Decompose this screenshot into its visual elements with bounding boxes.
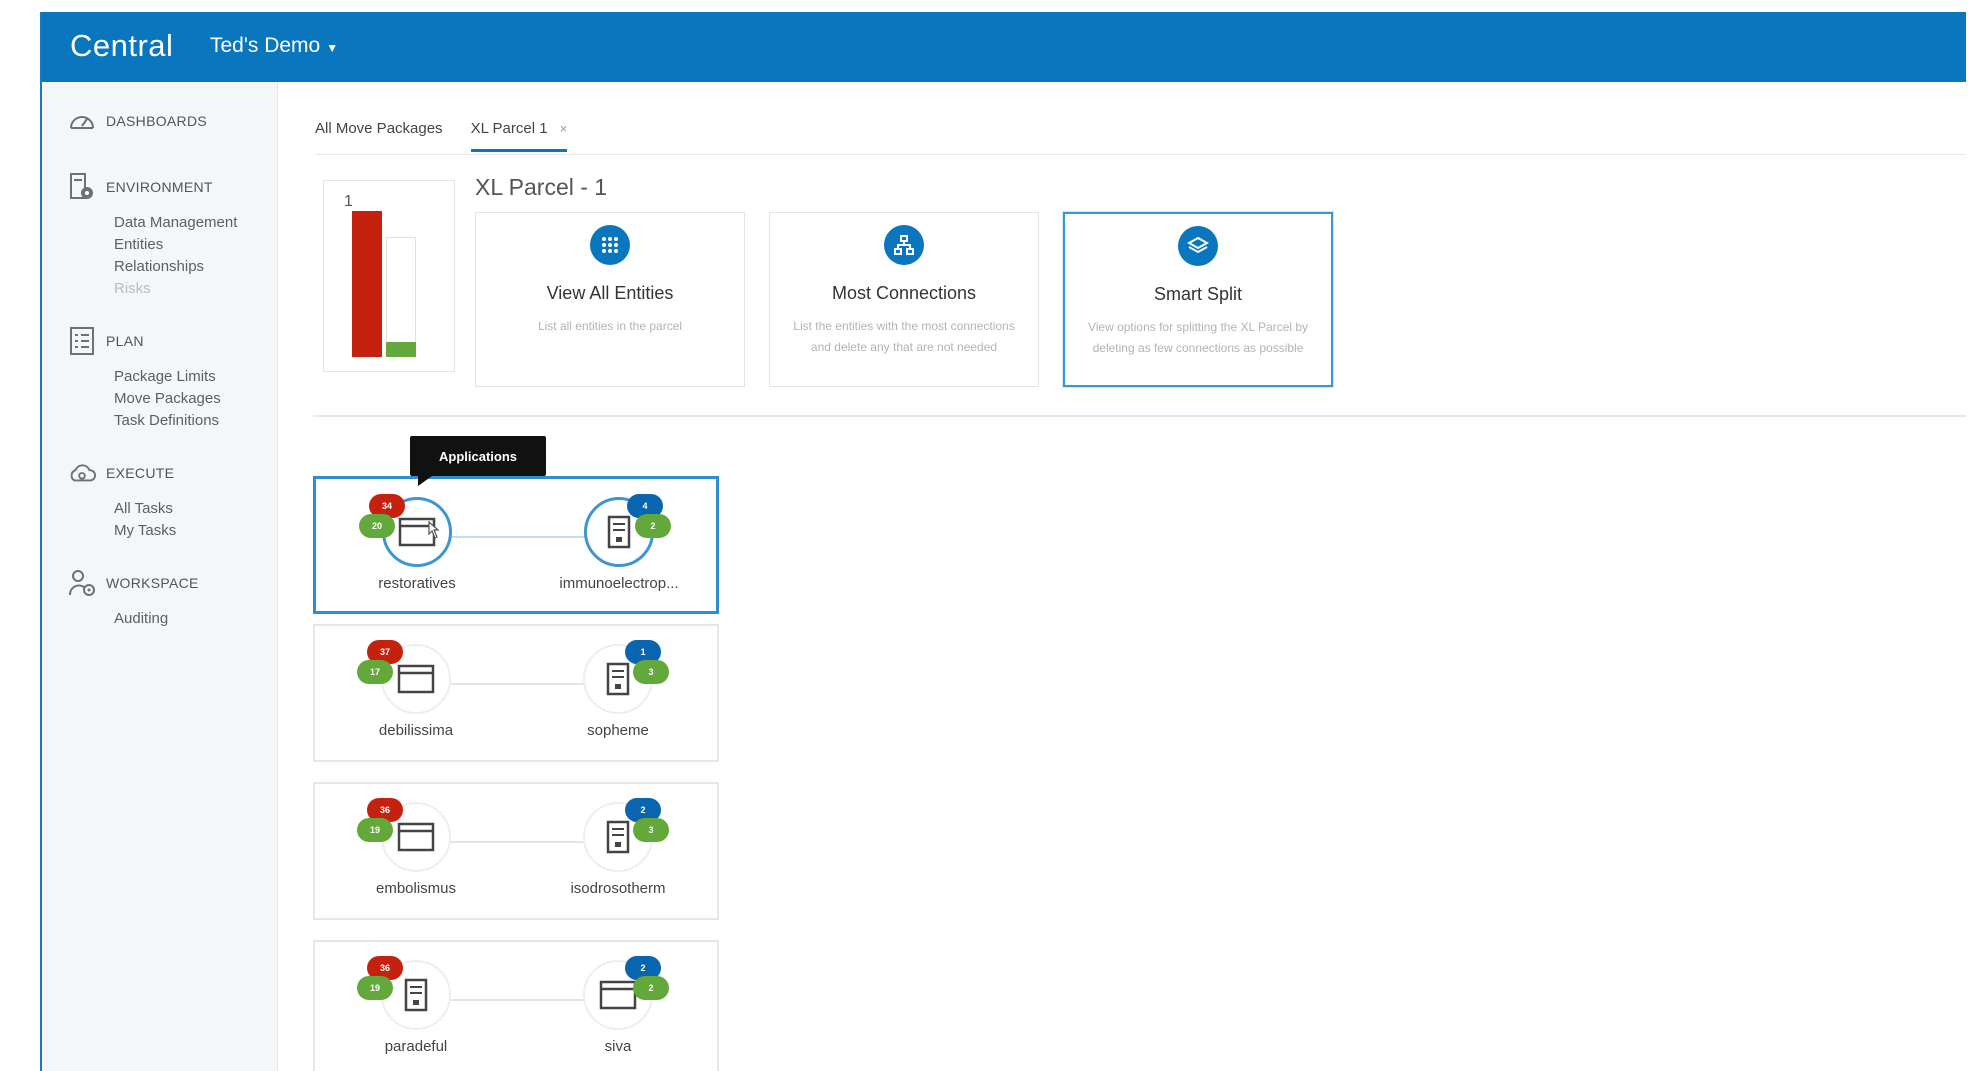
card-title: View All Entities	[546, 283, 674, 303]
brand-logo[interactable]: Central	[70, 28, 173, 64]
entity-node[interactable]: 36 19	[357, 798, 451, 872]
connection-badge: 19	[357, 818, 393, 842]
workspace-name: Ted's Demo	[210, 34, 321, 57]
card-view-all-entities[interactable]: View All Entities List all entities in t…	[475, 212, 745, 387]
tab-bar: All Move Packages XL Parcel 1 ×	[315, 120, 568, 152]
sidebar: DASHBOARDS ENVIRONMENT Data Management E…	[42, 82, 278, 1071]
entity-node[interactable]: 4 2	[584, 494, 671, 567]
card-most-connections[interactable]: Most Connections List the entities with …	[769, 212, 1039, 387]
meter-track	[386, 237, 416, 357]
sidebar-item-all-tasks[interactable]: All Tasks	[114, 500, 173, 517]
connection-badge: 3	[633, 818, 669, 842]
card-title: Most Connections	[831, 283, 977, 303]
network-icon	[884, 225, 924, 265]
entity-node[interactable]: 1 3	[583, 640, 669, 714]
server-icon	[606, 662, 630, 696]
sidebar-section-label: PLAN	[106, 333, 144, 349]
tab-divider	[315, 154, 1966, 155]
entity-tooltip: Applications	[410, 436, 546, 486]
card-description: View options for splitting the XL Parcel…	[1087, 320, 1309, 355]
sidebar-item-entities[interactable]: Entities	[114, 236, 163, 253]
hand-cursor-icon	[428, 520, 440, 539]
card-title: Smart Split	[1153, 284, 1243, 304]
checklist-icon	[68, 327, 96, 355]
connection-badge: 17	[357, 660, 393, 684]
sidebar-section-dashboards[interactable]: DASHBOARDS	[68, 108, 207, 134]
entity-name: paradeful	[384, 1038, 448, 1055]
entity-name: restoratives	[378, 575, 456, 592]
section-divider	[313, 415, 1966, 417]
sidebar-section-execute[interactable]: EXECUTE	[68, 460, 174, 486]
sidebar-item-auditing[interactable]: Auditing	[114, 610, 168, 627]
gauge-icon	[68, 108, 96, 134]
sidebar-section-label: EXECUTE	[106, 465, 175, 481]
layers-icon	[1178, 226, 1218, 266]
entity-node[interactable]: 2 3	[583, 798, 669, 872]
entity-node[interactable]: 37 17	[357, 640, 451, 714]
sidebar-section-plan[interactable]: PLAN	[68, 327, 144, 355]
sidebar-section-label: WORKSPACE	[106, 575, 199, 591]
sidebar-item-package-limits[interactable]: Package Limits	[114, 368, 216, 385]
connection-pair[interactable]: 34 20 4 2 restoratives immunoelectrop...	[313, 476, 719, 614]
entity-name: sopheme	[587, 722, 649, 739]
meter-red-bar	[352, 211, 382, 357]
user-gear-icon	[68, 570, 96, 596]
entity-name: immunoelectrop...	[559, 575, 679, 592]
top-bar: Central Ted's Demo ▼	[42, 12, 1966, 82]
connection-pair[interactable]: 36 19 2 2 paradeful siva	[313, 940, 719, 1071]
tab-all-move-packages[interactable]: All Move Packages	[315, 120, 443, 152]
connection-pair[interactable]: 37 17 1 3 debilissima sopheme	[313, 624, 719, 762]
card-description: List all entities in the parcel	[537, 319, 683, 333]
sidebar-section-workspace[interactable]: WORKSPACE	[68, 570, 199, 596]
entity-node[interactable]: 34 20	[359, 494, 452, 567]
close-icon[interactable]: ×	[560, 121, 568, 136]
server-gear-icon	[68, 173, 96, 200]
connection-badge: 2	[635, 514, 671, 538]
parcel-title: XL Parcel - 1	[475, 174, 608, 200]
application-window-icon	[397, 664, 435, 694]
workspace-switcher[interactable]: Ted's Demo ▼	[210, 34, 338, 58]
sidebar-item-relationships[interactable]: Relationships	[114, 258, 204, 275]
grid-icon	[590, 225, 630, 265]
connection-badge: 20	[359, 514, 395, 538]
application-window-icon	[397, 822, 435, 852]
sidebar-item-data-management[interactable]: Data Management	[114, 214, 237, 231]
entity-name: embolismus	[375, 880, 457, 897]
card-description: List the entities with the most connecti…	[793, 319, 1015, 354]
main-content: All Move Packages XL Parcel 1 × 1 XL Par…	[279, 82, 1966, 1071]
tab-label: All Move Packages	[315, 120, 443, 137]
parcel-meter: 1	[323, 180, 455, 372]
entity-node[interactable]: 36 19	[357, 956, 451, 1030]
server-icon	[607, 515, 631, 549]
connection-badge: 19	[357, 976, 393, 1000]
tab-xl-parcel-1[interactable]: XL Parcel 1 ×	[470, 120, 568, 152]
cloud-gear-icon	[68, 460, 96, 486]
chevron-down-icon: ▼	[326, 40, 339, 55]
connection-pair[interactable]: 36 19 2 3 embolismus isodrosotherm	[313, 782, 719, 920]
meter-count: 1	[344, 193, 353, 210]
sidebar-section-environment[interactable]: ENVIRONMENT	[68, 173, 213, 200]
entity-name: debilissima	[378, 722, 454, 739]
application-window-icon	[599, 980, 637, 1010]
card-smart-split[interactable]: Smart Split View options for splitting t…	[1063, 212, 1333, 387]
server-icon	[404, 978, 428, 1012]
connection-badge: 2	[633, 976, 669, 1000]
entity-name: isodrosotherm	[570, 880, 666, 897]
sidebar-item-risks[interactable]: Risks	[114, 280, 151, 297]
server-icon	[606, 820, 630, 854]
entity-node[interactable]: 2 2	[583, 956, 669, 1030]
entity-name: siva	[604, 1038, 632, 1055]
sidebar-section-label: ENVIRONMENT	[106, 179, 213, 195]
sidebar-item-task-definitions[interactable]: Task Definitions	[114, 412, 219, 429]
sidebar-item-my-tasks[interactable]: My Tasks	[114, 522, 176, 539]
meter-green-bar	[386, 342, 416, 357]
sidebar-section-label: DASHBOARDS	[106, 113, 208, 129]
app-frame: Central Ted's Demo ▼ DASHBOARDS ENVIRONM…	[40, 12, 1966, 1071]
connection-badge: 3	[633, 660, 669, 684]
tab-label: XL Parcel 1	[470, 120, 548, 137]
sidebar-item-move-packages[interactable]: Move Packages	[114, 390, 221, 407]
